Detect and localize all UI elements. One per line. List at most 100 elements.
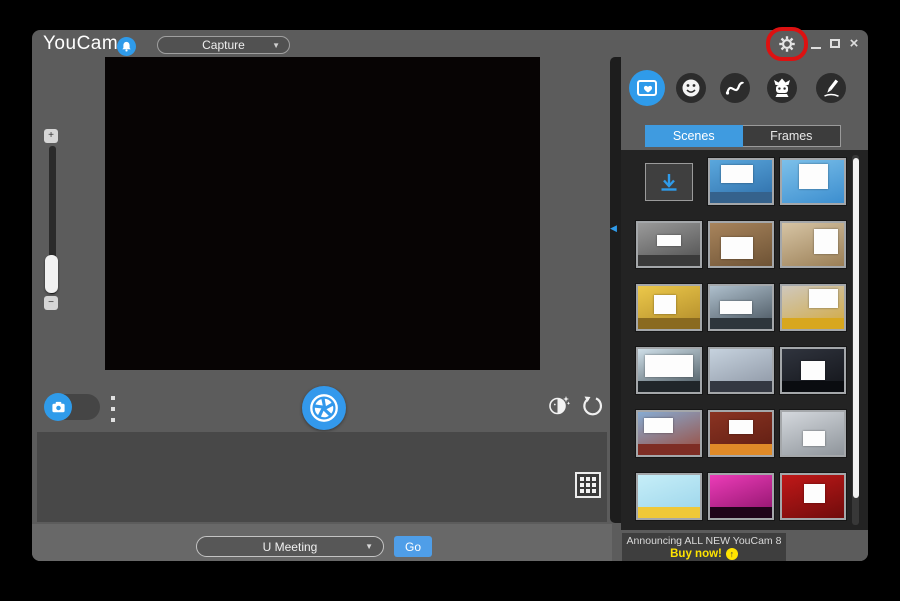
scene-frame-icon <box>636 79 658 97</box>
thumbnail-foreground <box>710 318 772 329</box>
download-icon <box>658 171 680 193</box>
scene-thumbnail-hot-air-balloons[interactable] <box>780 158 846 205</box>
dot <box>111 418 115 422</box>
thumbnail-foreground <box>710 192 772 203</box>
thumbnail-foreground <box>638 507 700 518</box>
tab-avatars[interactable] <box>767 73 797 103</box>
captured-media-tray <box>37 432 607 522</box>
scene-thumbnail-arcade-screens[interactable] <box>780 347 846 394</box>
gallery-view-button[interactable] <box>575 472 601 498</box>
thumbnail-billboard-screen <box>720 301 752 314</box>
pen-draw-icon <box>821 78 841 98</box>
tab-distortions[interactable] <box>720 73 750 103</box>
photo-video-toggle[interactable] <box>45 394 100 420</box>
webcam-preview <box>105 57 540 370</box>
smiley-face-icon <box>681 78 701 98</box>
scene-thumbnail-window-washers[interactable] <box>636 347 702 394</box>
zoom-in-button[interactable]: + <box>44 129 58 143</box>
notification-bell-button[interactable] <box>117 37 136 56</box>
scene-thumbnail-list <box>621 150 868 530</box>
scene-thumbnail-skyscraper-billboard[interactable] <box>780 410 846 457</box>
zoom-out-button[interactable]: − <box>44 296 58 310</box>
thumbnail-billboard-screen <box>809 289 838 308</box>
thumbnail-billboard-screen <box>801 361 826 380</box>
scene-thumbnail-city-taxi-billboards[interactable] <box>780 284 846 331</box>
bell-icon <box>121 41 132 52</box>
go-button[interactable]: Go <box>394 536 432 557</box>
thumbnail-billboard-screen <box>654 295 676 313</box>
announcement-banner: Announcing ALL NEW YouCam 8 Buy now! ↑ <box>622 533 786 561</box>
buy-now-label: Buy now! <box>670 548 722 560</box>
more-options-menu[interactable] <box>111 396 119 422</box>
scene-thumbnail-billboard-plaza[interactable] <box>708 158 774 205</box>
thumbnail-foreground <box>638 381 700 392</box>
thumbnail-foreground <box>638 318 700 329</box>
dot <box>111 407 115 411</box>
thumbnail-foreground <box>710 381 772 392</box>
beautify-button[interactable] <box>546 392 572 418</box>
scene-grid <box>636 158 846 520</box>
thumbnail-foreground <box>710 444 772 455</box>
scene-thumbnail-concert-lasers[interactable] <box>708 473 774 520</box>
effects-panel: Scenes Frames Announcing ALL NEW YouCam … <box>621 57 868 561</box>
scene-thumbnail-gallery-frame[interactable] <box>780 221 846 268</box>
titlebar: YouCam8 Capture ▼ <box>32 30 868 57</box>
thumbnail-billboard-screen <box>657 235 682 246</box>
capture-shutter-button[interactable] <box>302 386 346 430</box>
scene-thumbnail-station-billboards[interactable] <box>708 284 774 331</box>
scene-thumbnail-autumn-painter[interactable] <box>636 284 702 331</box>
thumbnail-billboard-screen <box>729 420 754 435</box>
thumbnail-foreground <box>782 318 844 329</box>
panel-divider: ◀ <box>610 57 621 523</box>
rotate-button[interactable] <box>581 394 605 418</box>
settings-button[interactable] <box>777 34 797 54</box>
thumbnail-foreground <box>782 381 844 392</box>
capture-mode-dropdown[interactable]: Capture ▼ <box>157 36 290 54</box>
thumbnail-billboard-screen <box>644 418 673 433</box>
grid-icon <box>580 477 596 493</box>
scene-thumbnail-press-microphones[interactable] <box>708 347 774 394</box>
beautify-face-icon <box>547 393 571 417</box>
scrollbar-thumb[interactable] <box>853 158 859 498</box>
scene-thumbnail-romantic-red[interactable] <box>780 473 846 520</box>
camera-toggle-knob <box>44 393 72 421</box>
chevron-down-icon: ▼ <box>272 41 280 50</box>
tab-emotions[interactable] <box>676 73 706 103</box>
announcement-text: Announcing ALL NEW YouCam 8 <box>627 535 782 547</box>
thumbnail-foreground <box>638 444 700 455</box>
scene-thumbnail-cartoon-celebration[interactable] <box>636 473 702 520</box>
scrollbar-track[interactable] <box>852 155 859 525</box>
thumbnail-billboard-screen <box>721 237 753 259</box>
scene-thumbnail-london-street-billboard[interactable] <box>636 410 702 457</box>
screen: YouCam8 Capture ▼ <box>0 0 900 601</box>
app-select-label: U Meeting <box>263 540 318 554</box>
app-name: YouCam <box>43 33 118 54</box>
scene-thumbnail-hand-held-photo[interactable] <box>708 221 774 268</box>
thumbnail-billboard-screen <box>645 355 692 377</box>
tab-scenes[interactable]: Scenes <box>645 125 743 147</box>
bottom-bar: U Meeting ▼ Go <box>32 524 612 561</box>
tab-draw[interactable] <box>816 73 846 103</box>
tab-scenes-frames[interactable] <box>629 70 665 106</box>
minimize-icon <box>811 47 821 49</box>
avatar-robot-icon <box>772 78 792 98</box>
scene-thumbnail-cinema-auditorium[interactable] <box>708 410 774 457</box>
scenes-frames-tabs: Scenes Frames <box>645 125 841 147</box>
thumbnail-foreground <box>710 507 772 518</box>
capture-mode-label: Capture <box>202 38 245 52</box>
download-scenes-button[interactable] <box>636 158 702 205</box>
tab-frames[interactable]: Frames <box>743 125 842 147</box>
app-select-dropdown[interactable]: U Meeting ▼ <box>196 536 384 557</box>
thumbnail-billboard-screen <box>799 164 828 189</box>
close-button[interactable]: × <box>847 36 861 51</box>
camera-icon <box>51 401 66 414</box>
buy-now-link[interactable]: Buy now! ↑ <box>670 548 738 560</box>
zoom-slider-handle[interactable] <box>45 255 58 293</box>
maximize-button[interactable] <box>828 36 842 51</box>
minimize-button[interactable] <box>809 36 823 51</box>
collapse-panel-arrow-icon[interactable]: ◀ <box>610 223 617 234</box>
close-icon: × <box>850 36 859 51</box>
scene-thumbnail-museum-hall-bw[interactable] <box>636 221 702 268</box>
thumbnail-foreground <box>638 255 700 266</box>
shutter-aperture-icon <box>309 393 339 423</box>
